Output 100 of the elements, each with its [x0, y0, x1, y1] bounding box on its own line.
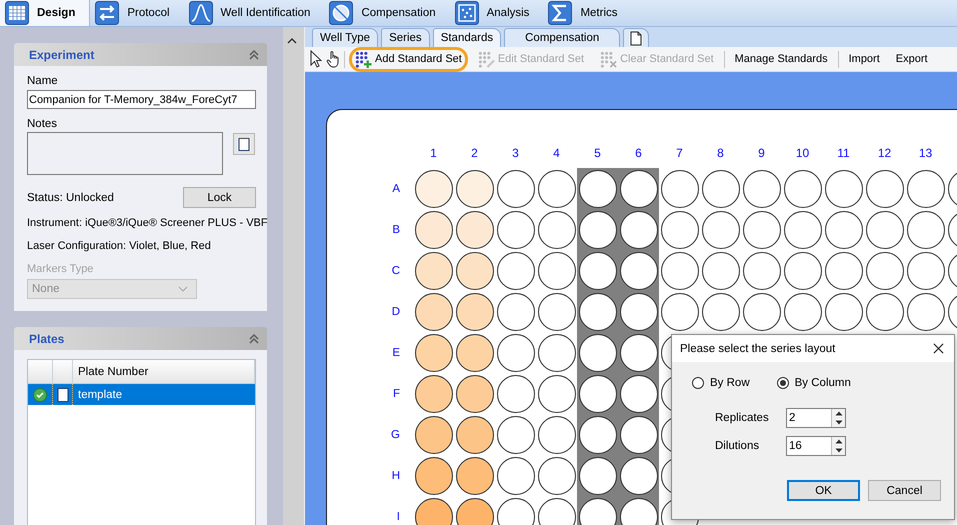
well[interactable] [496, 416, 534, 454]
well[interactable] [538, 252, 576, 290]
well[interactable] [824, 292, 862, 330]
well[interactable] [496, 374, 534, 412]
well[interactable] [784, 170, 822, 208]
column-label[interactable]: 2 [471, 146, 478, 168]
well[interactable] [866, 210, 904, 248]
well[interactable] [414, 170, 452, 208]
well[interactable] [824, 170, 862, 208]
column-label[interactable]: 6 [635, 146, 642, 168]
module-tab[interactable]: Metrics [543, 0, 632, 26]
well[interactable] [866, 292, 904, 330]
well[interactable] [414, 292, 452, 330]
well[interactable] [496, 334, 534, 372]
well[interactable] [414, 210, 452, 248]
number-field[interactable]: 16 [786, 436, 846, 456]
well[interactable] [538, 456, 576, 494]
notepad-button[interactable] [233, 133, 255, 155]
column-label[interactable]: 13 [918, 146, 932, 168]
well[interactable] [866, 170, 904, 208]
radio-option[interactable]: By Row [692, 377, 750, 389]
well[interactable] [414, 456, 452, 494]
well[interactable] [414, 374, 452, 412]
well[interactable] [496, 456, 534, 494]
row-label[interactable]: A [392, 182, 400, 194]
well[interactable] [824, 252, 862, 290]
dialog-button[interactable]: OK [787, 480, 860, 501]
well[interactable] [784, 210, 822, 248]
row-label[interactable]: H [392, 470, 400, 482]
well[interactable] [702, 210, 740, 248]
well[interactable] [456, 334, 494, 372]
dialog-button[interactable]: Cancel [868, 480, 941, 501]
column-label[interactable]: 12 [878, 146, 892, 168]
toolbar-button[interactable]: Add Standard Set [353, 50, 464, 68]
well[interactable] [824, 210, 862, 248]
scroll-up-icon[interactable] [287, 38, 297, 44]
well[interactable] [496, 252, 534, 290]
hand-icon[interactable] [326, 50, 340, 68]
spin-up-icon[interactable] [834, 411, 842, 416]
well[interactable] [906, 210, 944, 248]
toolbar-button[interactable]: Import [846, 53, 882, 65]
collapse-icon[interactable] [249, 50, 259, 60]
well[interactable] [538, 170, 576, 208]
well[interactable] [456, 170, 494, 208]
well[interactable] [702, 170, 740, 208]
well[interactable] [456, 252, 494, 290]
module-tab[interactable]: Design [0, 0, 90, 26]
well[interactable] [496, 498, 534, 525]
column-label[interactable]: 3 [512, 146, 519, 168]
column-header[interactable]: Plate Number [73, 360, 255, 384]
spin-down-icon[interactable] [834, 448, 842, 453]
spin-down-icon[interactable] [834, 420, 842, 425]
pointer-icon[interactable] [310, 50, 322, 68]
well[interactable] [414, 334, 452, 372]
module-tab[interactable]: Well Identification [184, 0, 324, 26]
collapse-icon[interactable] [249, 334, 259, 344]
well[interactable] [456, 210, 494, 248]
well[interactable] [538, 292, 576, 330]
close-icon[interactable] [933, 343, 944, 354]
well[interactable] [866, 252, 904, 290]
row-label[interactable]: G [391, 428, 400, 440]
well[interactable] [456, 374, 494, 412]
well[interactable] [660, 252, 698, 290]
well[interactable] [538, 334, 576, 372]
well[interactable] [702, 252, 740, 290]
well[interactable] [702, 292, 740, 330]
column-label[interactable]: 5 [594, 146, 601, 168]
number-field[interactable]: 2 [786, 408, 846, 428]
column-label[interactable]: 10 [796, 146, 810, 168]
module-tab[interactable]: Protocol [90, 0, 184, 26]
toolbar-button[interactable]: Export [894, 53, 930, 65]
row-label[interactable]: C [392, 264, 400, 276]
toolbar-button[interactable]: Manage Standards [732, 53, 830, 65]
row-label[interactable]: D [392, 306, 400, 318]
view-tab[interactable]: Well Type [312, 28, 378, 47]
well[interactable] [906, 252, 944, 290]
well[interactable] [742, 170, 780, 208]
row-label[interactable]: E [392, 346, 400, 358]
well[interactable] [906, 292, 944, 330]
name-field[interactable]: Companion for T-Memory_384w_ForeCyt7 [27, 90, 256, 109]
well[interactable] [660, 170, 698, 208]
row-label[interactable]: B [392, 224, 400, 236]
view-tab[interactable]: Standards [432, 28, 502, 47]
well[interactable] [456, 498, 494, 525]
well[interactable] [414, 252, 452, 290]
well[interactable] [784, 292, 822, 330]
well[interactable] [456, 416, 494, 454]
well[interactable] [538, 374, 576, 412]
well[interactable] [742, 252, 780, 290]
well[interactable] [742, 210, 780, 248]
column-label[interactable]: 1 [430, 146, 437, 168]
well[interactable] [906, 170, 944, 208]
well[interactable] [660, 210, 698, 248]
lock-button[interactable]: Lock [183, 187, 256, 208]
view-tab[interactable]: Series [381, 28, 430, 47]
module-tab[interactable]: Analysis [450, 0, 544, 26]
column-label[interactable]: 7 [676, 146, 683, 168]
well[interactable] [456, 456, 494, 494]
radio-option[interactable]: By Column [776, 377, 851, 389]
well[interactable] [496, 170, 534, 208]
